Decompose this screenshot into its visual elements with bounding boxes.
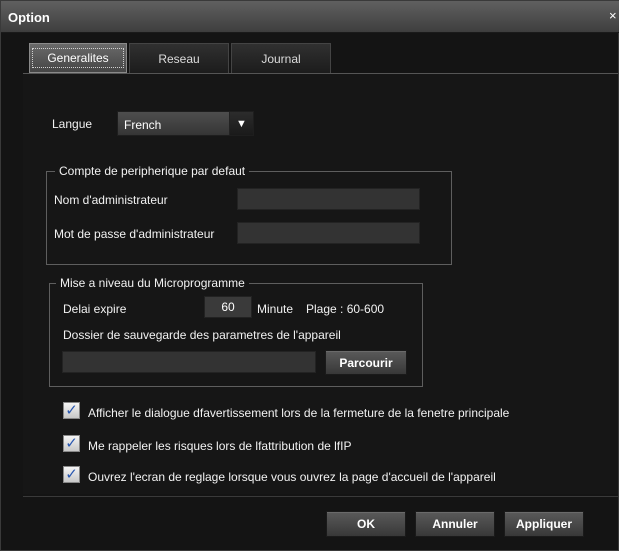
language-label: Langue (52, 117, 93, 131)
option-dialog: Option × Generalites Reseau Journal Lang… (0, 0, 619, 551)
checkmark-icon: ✓ (65, 402, 78, 419)
cancel-button[interactable]: Annuler (415, 511, 495, 537)
title-bar[interactable]: Option × (1, 1, 619, 33)
tab-reseau[interactable]: Reseau (129, 43, 229, 73)
checkbox-ip-risk[interactable]: ✓ (63, 435, 80, 452)
checkbox-open-settings[interactable]: ✓ (63, 466, 80, 483)
tab-label: Journal (261, 51, 301, 66)
admin-name-field[interactable] (237, 188, 420, 210)
dialog-title: Option (8, 10, 50, 25)
close-warning-label[interactable]: Afficher le dialogue dfavertissement lor… (88, 406, 509, 420)
timeout-unit: Minute (257, 302, 294, 316)
admin-name-label: Nom d'administrateur (54, 193, 168, 207)
browse-button[interactable]: Parcourir (325, 350, 407, 375)
close-icon[interactable]: × (609, 9, 617, 23)
default-account-legend: Compte de peripherique par defaut (55, 164, 250, 178)
folder-label: Dossier de sauvegarde des parametres de … (63, 328, 341, 342)
checkmark-icon: ✓ (65, 466, 78, 483)
checkmark-icon: ✓ (65, 435, 78, 452)
firmware-legend: Mise a niveau du Microprogramme (56, 276, 249, 290)
tab-label: Reseau (158, 51, 200, 66)
timeout-label: Delai expire (63, 302, 127, 316)
apply-button[interactable]: Appliquer (504, 511, 584, 537)
ok-button[interactable]: OK (326, 511, 406, 537)
tab-generalites[interactable]: Generalites (29, 43, 127, 73)
open-settings-label[interactable]: Ouvrez l'ecran de reglage lorsque vous o… (88, 470, 496, 484)
admin-password-field[interactable] (237, 222, 420, 244)
tab-journal[interactable]: Journal (231, 43, 331, 73)
backup-folder-field[interactable] (62, 351, 316, 373)
footer-divider (23, 496, 618, 497)
language-select[interactable]: French ▼ (117, 111, 254, 136)
ip-risk-label[interactable]: Me rappeler les risques lors de lfattrib… (88, 439, 351, 453)
triangle-down-icon[interactable]: ▼ (229, 112, 253, 135)
timeout-range: Plage : 60-600 (306, 302, 385, 316)
timeout-input[interactable]: 60 (204, 296, 252, 318)
admin-password-label: Mot de passe d'administrateur (54, 227, 215, 241)
language-value: French (124, 118, 162, 132)
checkbox-close-warning[interactable]: ✓ (63, 402, 80, 419)
tab-label: Generalites (32, 48, 124, 68)
default-account-group: Compte de peripherique par defaut (46, 164, 452, 265)
